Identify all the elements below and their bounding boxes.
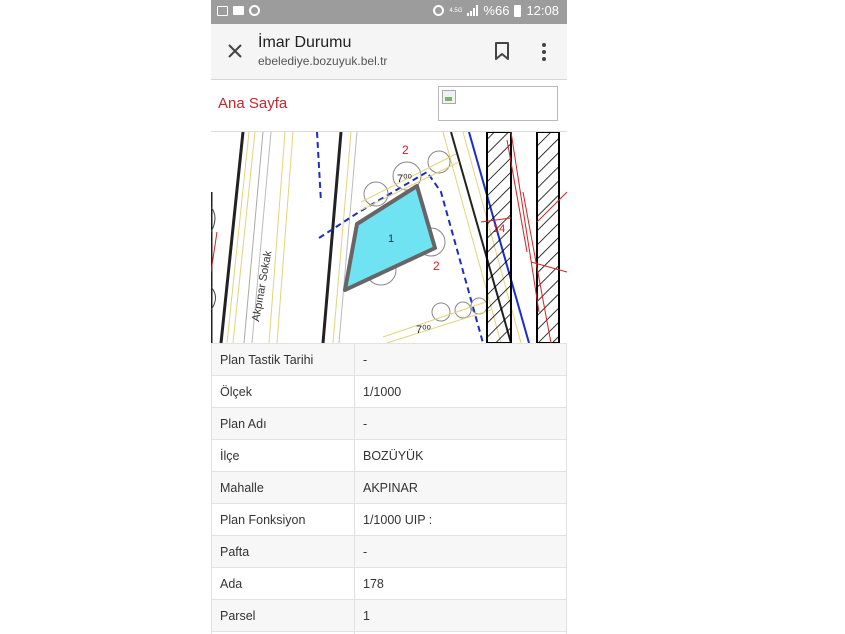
row-label: Mahalle: [211, 471, 355, 504]
map-label-top: 2: [402, 143, 409, 157]
alarm-icon: [433, 5, 445, 16]
battery-percent: %66: [483, 3, 510, 18]
bookmark-button[interactable]: [493, 41, 511, 61]
road-width-bottom: 7⁰⁰: [416, 324, 432, 336]
page-title: İmar Durumu: [258, 34, 352, 51]
row-label: Pafta: [211, 535, 355, 568]
map-label-right: 2: [433, 259, 440, 273]
overflow-menu-button[interactable]: [537, 41, 551, 63]
sync-notification-icon: [249, 5, 260, 16]
home-link[interactable]: Ana Sayfa: [218, 95, 287, 112]
table-row: Parsel 1: [211, 599, 567, 632]
row-label: Plan Adı: [211, 407, 355, 440]
table-row: Plan Tastik Tarihi -: [211, 343, 567, 376]
table-row: Ada 178: [211, 567, 567, 600]
page-header: Ana Sayfa: [211, 80, 567, 132]
close-icon: [228, 44, 242, 58]
table-row: Mahalle AKPINAR: [211, 471, 567, 504]
system-icons: 4.5G %66 12:08: [433, 3, 559, 18]
more-vert-icon: [542, 43, 546, 61]
row-label: Plan Tastik Tarihi: [211, 343, 355, 376]
bookmark-icon: [495, 42, 509, 60]
row-value: BOZÜYÜK: [354, 439, 567, 472]
signal-icon: [467, 5, 479, 16]
table-row: Pafta -: [211, 535, 567, 568]
gallery-notification-icon: [217, 5, 228, 16]
zoning-map-drawing: Akpınar Sokak 2 2 1 7⁰⁰ 7⁰⁰: [211, 132, 567, 343]
custom-tab-toolbar: İmar Durumu ebelediye.bozuyuk.bel.tr: [211, 24, 567, 80]
parcel-number-label: 1: [388, 233, 394, 245]
row-value: 178: [354, 567, 567, 600]
row-value: -: [354, 343, 567, 376]
row-value: 1/1000: [354, 375, 567, 408]
row-label: Ada: [211, 567, 355, 600]
battery-icon: [514, 4, 522, 17]
table-row: İlçe BOZÜYÜK: [211, 439, 567, 472]
close-button[interactable]: [225, 41, 245, 61]
row-value: AKPINAR: [354, 471, 567, 504]
status-bar: 4.5G %66 12:08: [211, 0, 567, 24]
row-value: 1: [354, 599, 567, 632]
page-title-area: İmar Durumu ebelediye.bozuyuk.bel.tr: [258, 33, 387, 69]
broken-image-icon: [442, 90, 456, 104]
browser-window: 4.5G %66 12:08 İmar Durumu ebelediye.boz…: [211, 0, 567, 634]
row-label: Parsel: [211, 599, 355, 632]
row-label: İlçe: [211, 439, 355, 472]
zoning-info-rows: Plan Tastik Tarihi - Ölçek 1/1000 Plan A…: [211, 343, 567, 634]
table-row: Ölçek 1/1000: [211, 375, 567, 408]
row-value: -: [354, 407, 567, 440]
street-label: Akpınar Sokak: [250, 249, 274, 322]
clock: 12:08: [526, 3, 559, 18]
network-type-label: 4.5G: [449, 7, 463, 14]
zoning-map: Akpınar Sokak 2 2 1 7⁰⁰ 7⁰⁰: [211, 132, 567, 343]
page-url: ebelediye.bozuyuk.bel.tr: [258, 54, 388, 68]
table-row: Plan Fonksiyon 1/1000 UIP :: [211, 503, 567, 536]
row-label: Ölçek: [211, 375, 355, 408]
row-label: Plan Fonksiyon: [211, 503, 355, 536]
zoning-info-table: Plan Tastik Tarihi - Ölçek 1/1000 Plan A…: [211, 343, 567, 634]
row-value: 1/1000 UIP :: [354, 503, 567, 536]
road-width-top: 7⁰⁰: [397, 173, 413, 185]
broken-image-placeholder: [438, 86, 558, 121]
table-row: Plan Adı -: [211, 407, 567, 440]
message-notification-icon: [233, 6, 244, 15]
notification-icons: [217, 5, 260, 16]
row-value: -: [354, 535, 567, 568]
